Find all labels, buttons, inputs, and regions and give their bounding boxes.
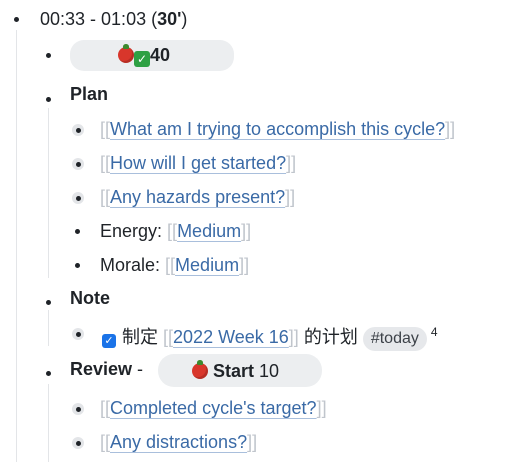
review-heading: Review - bbox=[70, 359, 144, 379]
bullet[interactable] bbox=[72, 328, 84, 340]
outline-guide-note bbox=[48, 310, 49, 346]
bullet[interactable] bbox=[46, 97, 51, 102]
bullet[interactable] bbox=[72, 403, 84, 415]
bullet[interactable] bbox=[72, 124, 84, 136]
pomodoro-badge-content: ✓ 40 bbox=[118, 43, 170, 67]
morale-label: Morale: bbox=[100, 255, 166, 275]
plan-heading: Plan bbox=[70, 84, 109, 104]
bullet[interactable] bbox=[14, 17, 19, 22]
block-header[interactable]: 00:33 - 01:03 (30') bbox=[40, 7, 187, 31]
review-item: [[Any distractions?]] bbox=[100, 432, 258, 452]
start-count: 10 bbox=[259, 361, 280, 381]
page-link[interactable]: What am I trying to accomplish this cycl… bbox=[110, 119, 445, 139]
duration: 30' bbox=[157, 9, 182, 29]
plan-item: [[Any hazards present?]] bbox=[100, 187, 296, 207]
note-task: ✓ 制定 [[2022 Week 16]] 的计划 #today 4 bbox=[102, 320, 438, 351]
time-range: 00:33 - 01:03 ( bbox=[40, 9, 158, 29]
note-heading: Note bbox=[70, 288, 110, 308]
outline-guide-plan bbox=[48, 108, 49, 278]
check-icon: ✓ bbox=[134, 51, 150, 67]
morale-value-link[interactable]: Medium bbox=[175, 255, 239, 275]
tomato-icon bbox=[118, 44, 134, 63]
bullet[interactable] bbox=[75, 263, 80, 268]
task-suffix: 的计划 bbox=[298, 327, 363, 347]
task-prefix: 制定 bbox=[122, 327, 164, 347]
outline-guide-root bbox=[16, 30, 17, 462]
bullet[interactable] bbox=[46, 371, 51, 376]
bullet[interactable] bbox=[75, 229, 80, 234]
page-link[interactable]: Completed cycle's target? bbox=[110, 398, 317, 418]
plan-item: [[How will I get started?]] bbox=[100, 153, 297, 173]
outline-guide-review bbox=[48, 384, 49, 462]
close-paren: ) bbox=[181, 9, 188, 29]
page-link[interactable]: 2022 Week 16 bbox=[173, 327, 289, 347]
ref-count[interactable]: 4 bbox=[431, 325, 438, 339]
bullet[interactable] bbox=[46, 300, 51, 305]
review-item: [[Completed cycle's target?]] bbox=[100, 398, 327, 418]
energy-value-link[interactable]: Medium bbox=[177, 221, 241, 241]
energy-label: Energy: bbox=[100, 221, 168, 241]
bullet[interactable] bbox=[72, 192, 84, 204]
bullet[interactable] bbox=[72, 437, 84, 449]
task-checkbox[interactable]: ✓ bbox=[102, 334, 116, 348]
page-link[interactable]: Any hazards present? bbox=[110, 187, 285, 207]
pomodoro-count: 40 bbox=[150, 45, 171, 65]
tomato-icon bbox=[192, 360, 208, 379]
page-link[interactable]: Any distractions? bbox=[110, 432, 247, 452]
energy-item: Energy: [[Medium]] bbox=[100, 221, 252, 241]
start-button-content: Start 10 bbox=[192, 359, 279, 383]
morale-item: Morale: [[Medium]] bbox=[100, 255, 250, 275]
start-label: Start bbox=[213, 361, 255, 381]
bullet[interactable] bbox=[72, 158, 84, 170]
bullet[interactable] bbox=[46, 53, 51, 58]
today-tag[interactable]: #today bbox=[362, 327, 427, 351]
plan-item: [[What am I trying to accomplish this cy… bbox=[100, 119, 456, 139]
page-link[interactable]: How will I get started? bbox=[110, 153, 286, 173]
